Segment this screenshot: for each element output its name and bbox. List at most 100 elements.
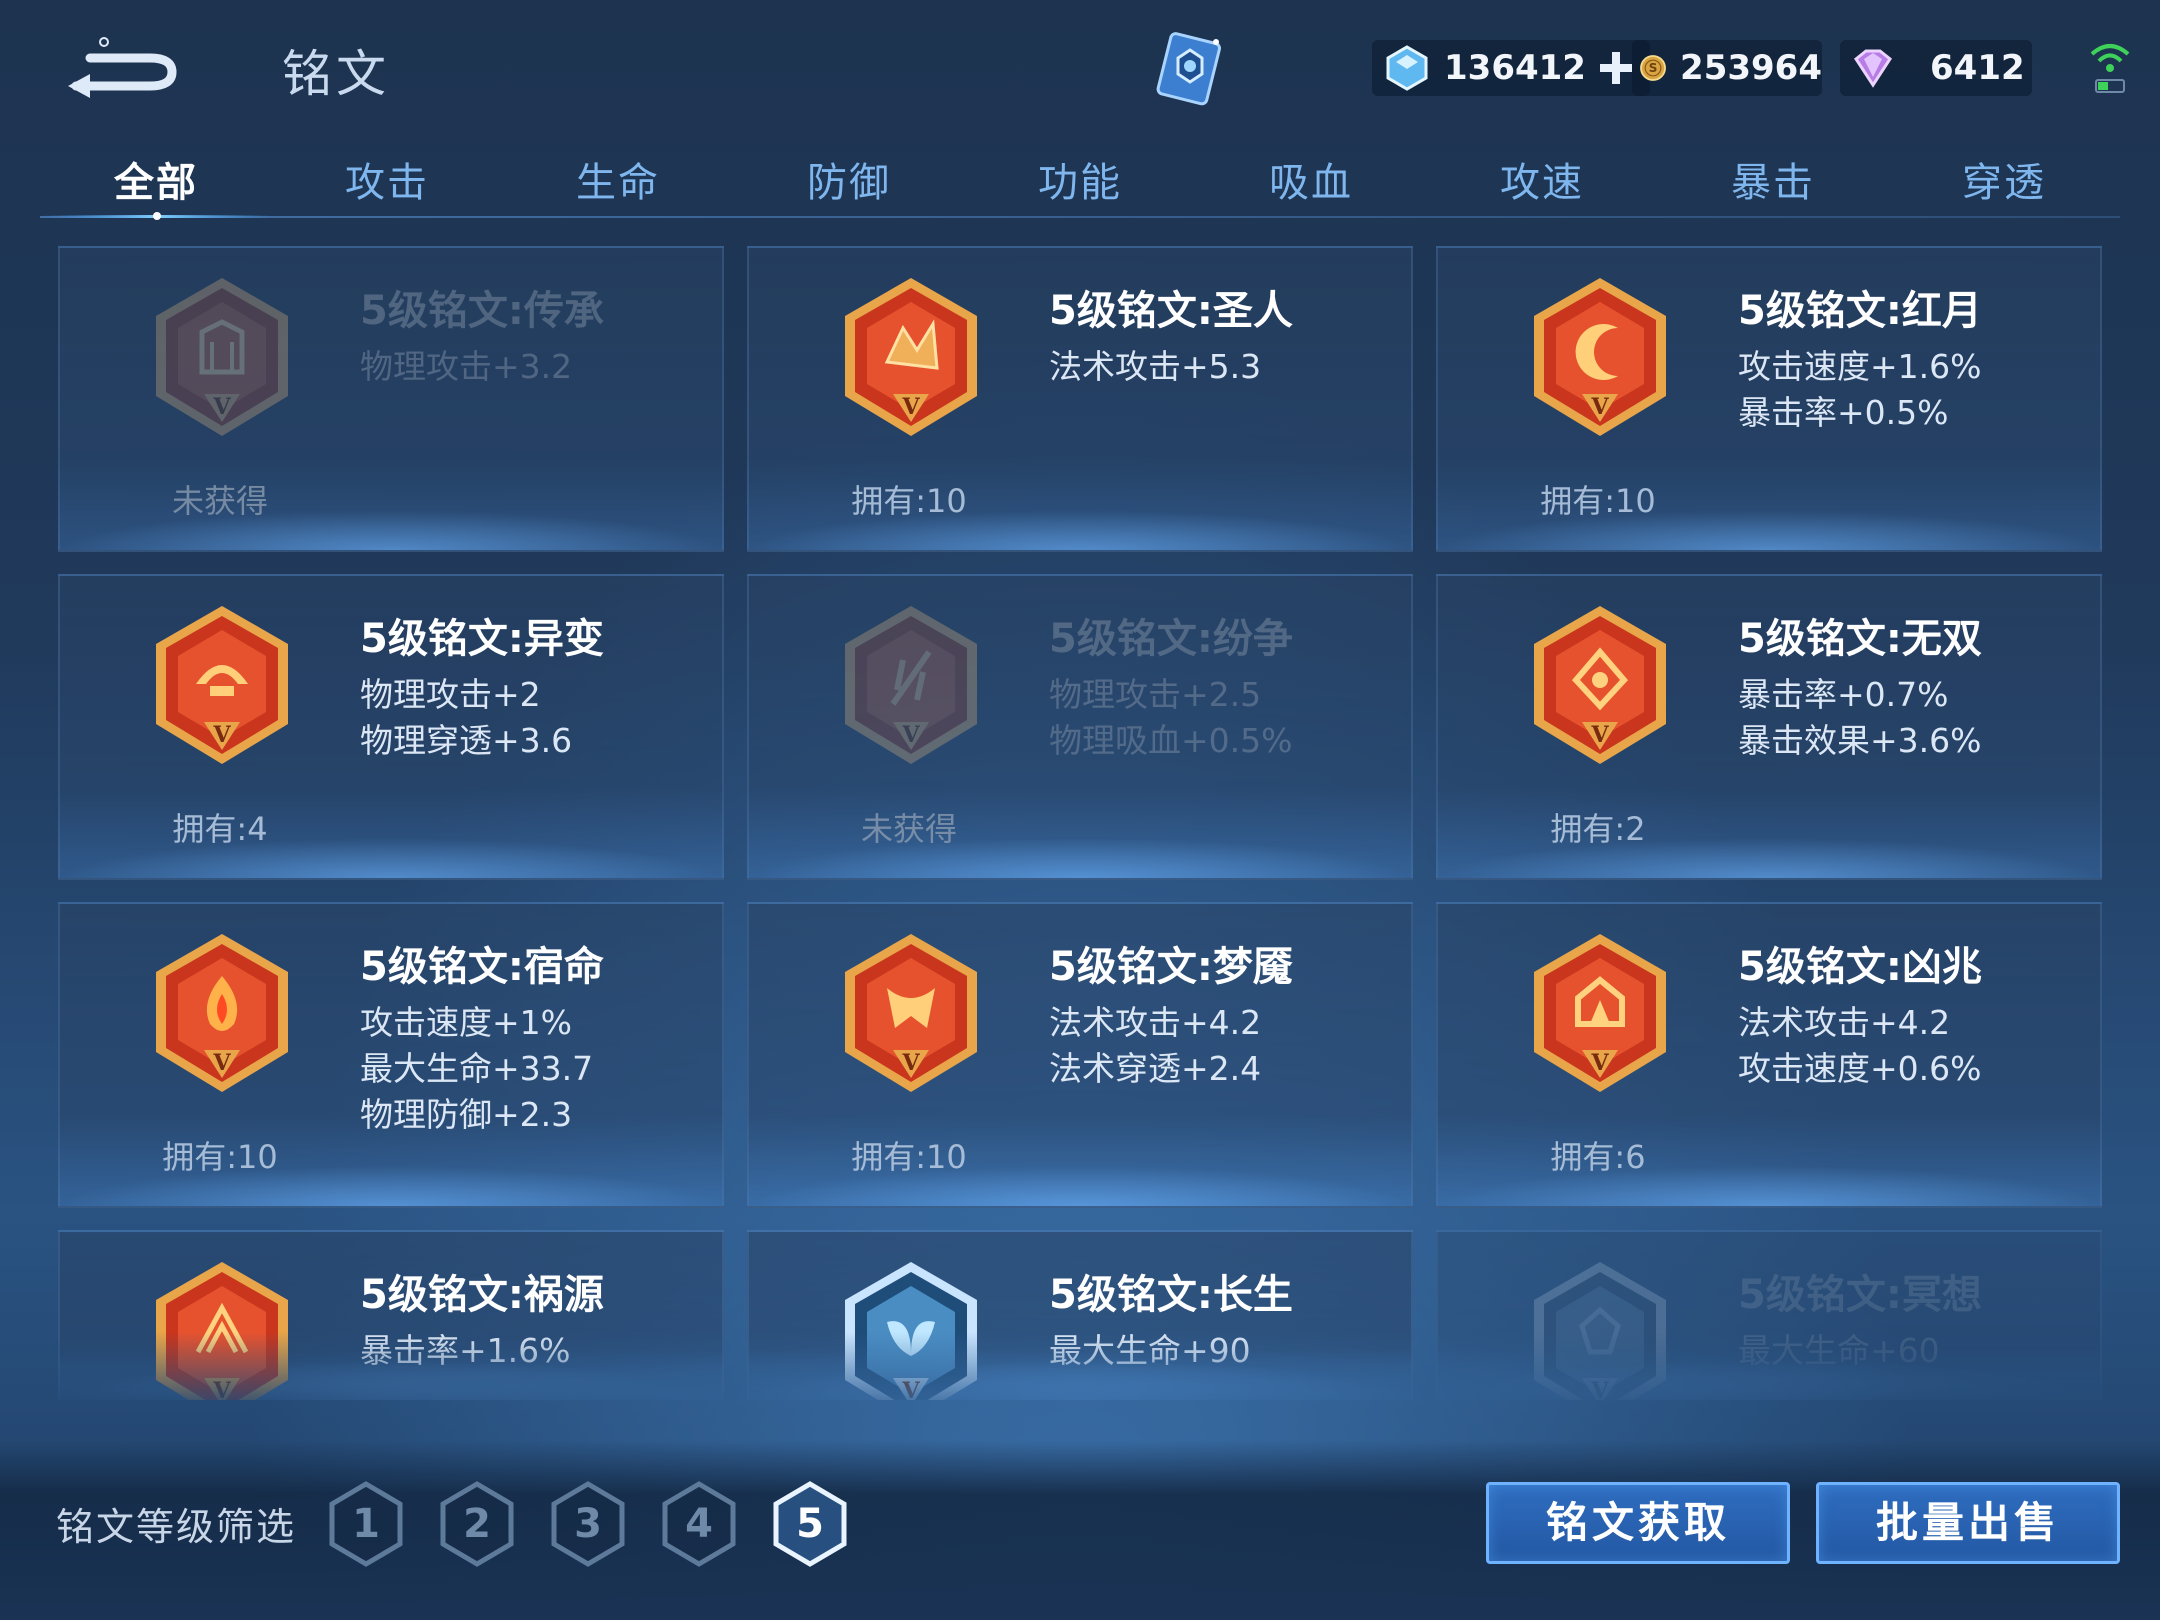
rune-stat: 物理吸血+0.5% [1049,721,1293,760]
rune-card[interactable]: V 5级铭文:凶兆 法术攻击+4.2 攻击速度+0.6% 拥有:6 [1436,902,2102,1208]
rune-xiongzhao-icon: V [1526,928,1674,1098]
svg-text:V: V [212,722,231,748]
tab-critical[interactable]: 暴击 [1693,150,1853,206]
level-number: 3 [574,1501,602,1547]
gem-amount: 136412 [1444,48,1586,88]
diamond-currency: 6412 [1840,40,2032,96]
rune-stat: 物理穿透+3.6 [360,721,573,760]
rune-name: 5级铭文:梦魇 [1049,944,1293,990]
tab-attack-speed[interactable]: 攻速 [1462,150,1622,206]
level-number: 5 [796,1501,824,1547]
rune-name: 5级铭文:祸源 [360,1272,604,1318]
rune-card[interactable]: V 5级铭文:祸源暴击率+1.6% [58,1230,724,1400]
active-tab-indicator [42,212,272,220]
rune-book-icon[interactable] [1150,28,1230,110]
rune-card[interactable]: V 5级铭文:圣人 法术攻击+5.3 拥有:10 [747,246,1413,552]
rune-stat: 物理攻击+2 [360,675,541,714]
back-arrow-icon [68,37,177,98]
rune-owned-count: 拥有:4 [172,810,268,848]
gem-currency[interactable]: 136412 [1372,40,1650,96]
coin-currency: S 253964 [1632,40,1822,96]
blue-crystal-icon [1386,45,1428,91]
rune-owned-count: 拥有:10 [162,1138,278,1176]
rune-wushuang-icon: V [1526,600,1674,770]
page-title: 铭文 [282,45,390,103]
rune-card[interactable]: V 5级铭文:宿命攻击速度+1% 最大生命+33.7 物理防御+2.3 拥有:10 [58,902,724,1208]
rune-card[interactable]: V 5级铭文:纷争 物理攻击+2.5 物理吸血+0.5% 未获得 [747,574,1413,880]
rune-owned-count: 拥有:6 [1550,1138,1646,1176]
back-button[interactable] [60,28,190,98]
tab-divider [40,216,2120,218]
level-number: 2 [463,1501,491,1547]
tab-penetration[interactable]: 穿透 [1924,150,2084,206]
level-filter-5[interactable]: 5 [770,1480,850,1568]
rune-stat: 物理防御+2.3 [360,1095,573,1134]
tab-all[interactable]: 全部 [76,150,236,206]
level-filter-4[interactable]: 4 [659,1480,739,1568]
rune-card[interactable]: V 5级铭文:梦魇 法术攻击+4.2 法术穿透+2.4 拥有:10 [747,902,1413,1208]
wifi-signal-icon [2090,44,2130,93]
rune-stat: 攻击速度+0.6% [1738,1049,1982,1088]
tab-lifesteal[interactable]: 吸血 [1231,150,1391,206]
rune-card[interactable]: V 5级铭文:传承 物理攻击+3.2 未获得 [58,246,724,552]
rune-card[interactable]: V 5级铭文:长生最大生命+90 [747,1230,1413,1400]
bulk-sell-button[interactable]: 批量出售 [1816,1482,2120,1564]
gold-coin-icon: S [1640,55,1666,81]
rune-stat: 暴击率+0.5% [1738,393,1949,432]
add-icon[interactable] [1596,48,1636,88]
rune-card[interactable]: V 5级铭文:无双 暴击率+0.7% 暴击效果+3.6% 拥有:2 [1436,574,2102,880]
tab-health[interactable]: 生命 [538,150,698,206]
rune-stat: 暴击率+1.6% [360,1331,571,1370]
rune-owned-count: 拥有:10 [1540,482,1656,520]
rune-stat: 暴击率+0.7% [1738,675,1949,714]
svg-text:V: V [212,1050,231,1076]
rune-name: 5级铭文:凶兆 [1738,944,1982,990]
rune-mengyan-icon: V [837,928,985,1098]
rune-stat: 攻击速度+1.6% [1738,347,1982,386]
rune-suming-icon: V [148,928,296,1098]
level-filter-2[interactable]: 2 [437,1480,517,1568]
level-filter-1[interactable]: 1 [326,1480,406,1568]
rune-name: 5级铭文:宿命 [360,944,604,990]
rune-stat: 法术穿透+2.4 [1049,1049,1262,1088]
svg-text:V: V [212,394,231,420]
rune-owned-count: 拥有:2 [1550,810,1646,848]
svg-text:V: V [212,1378,231,1400]
svg-text:V: V [1590,1050,1609,1076]
rune-stat: 最大生命+90 [1049,1331,1251,1370]
rune-name: 5级铭文:圣人 [1049,288,1293,334]
rune-huoyuan-icon: V [148,1256,296,1400]
top-bar: 铭文 136412 S 253964 6412 [0,0,2160,140]
tab-attack[interactable]: 攻击 [307,150,467,206]
rune-card[interactable]: V 5级铭文:冥想 最大生命+60 [1436,1230,2102,1400]
rune-stat: 最大生命+33.7 [360,1049,594,1088]
rune-owned-count: 未获得 [171,482,268,520]
rune-stat: 物理攻击+3.2 [360,347,573,386]
level-number: 4 [685,1501,713,1547]
rune-name: 5级铭文:长生 [1049,1272,1293,1318]
rune-name: 5级铭文:红月 [1738,288,1982,334]
tab-utility[interactable]: 功能 [1000,150,1160,206]
rune-yibian-icon: V [148,600,296,770]
rune-changsheng-icon: V [837,1256,985,1400]
rune-chuancheng-icon: V [148,272,296,442]
purple-diamond-icon [1853,49,1893,88]
obtain-rune-button[interactable]: 铭文获取 [1486,1482,1790,1564]
svg-text:S: S [1649,61,1658,75]
rune-name: 5级铭文:纷争 [1049,616,1293,662]
rune-owned-count: 拥有:10 [851,1138,967,1176]
rune-mingxiang-icon: V [1526,1256,1674,1400]
rune-name: 5级铭文:异变 [360,616,604,662]
rune-fenzheng-icon: V [837,600,985,770]
level-number: 1 [352,1501,380,1547]
rune-name: 5级铭文:无双 [1738,616,1982,662]
rune-stat: 攻击速度+1% [360,1003,573,1042]
rune-card[interactable]: V 5级铭文:异变物理攻击+2 物理穿透+3.6 拥有:4 [58,574,724,880]
rune-shengren-icon: V [837,272,985,442]
tab-defense[interactable]: 防御 [769,150,929,206]
rune-card[interactable]: V 5级铭文:红月 攻击速度+1.6% 暴击率+0.5% 拥有:10 [1436,246,2102,552]
svg-text:V: V [901,1378,920,1400]
rune-stat: 法术攻击+5.3 [1049,347,1262,386]
level-filter-3[interactable]: 3 [548,1480,628,1568]
svg-text:V: V [1590,722,1609,748]
